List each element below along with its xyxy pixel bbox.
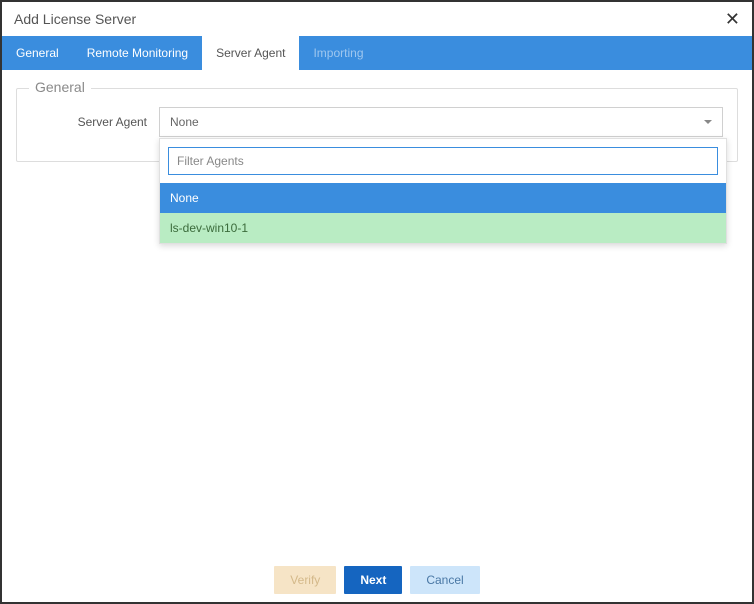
filter-agents-input[interactable] bbox=[168, 147, 718, 175]
tab-importing: Importing bbox=[299, 36, 377, 70]
dialog-header: Add License Server ✕ bbox=[2, 2, 752, 36]
dropdown-option-none[interactable]: None bbox=[160, 183, 726, 213]
dialog-title: Add License Server bbox=[14, 11, 136, 27]
dropdown-option-agent[interactable]: ls-dev-win10-1 bbox=[160, 213, 726, 243]
row-server-agent: Server Agent None bbox=[31, 107, 723, 137]
tab-bar: General Remote Monitoring Server Agent I… bbox=[2, 36, 752, 70]
verify-button: Verify bbox=[274, 566, 336, 594]
tab-remote-monitoring[interactable]: Remote Monitoring bbox=[73, 36, 202, 70]
fieldset-legend: General bbox=[29, 79, 91, 95]
dropdown-panel: None ls-dev-win10-1 bbox=[159, 138, 727, 244]
dropdown-filter-wrap bbox=[160, 139, 726, 183]
select-value: None bbox=[170, 115, 199, 129]
next-button[interactable]: Next bbox=[344, 566, 402, 594]
tab-general[interactable]: General bbox=[2, 36, 73, 70]
label-server-agent: Server Agent bbox=[31, 115, 159, 129]
cancel-button[interactable]: Cancel bbox=[410, 566, 479, 594]
dialog-footer: Verify Next Cancel bbox=[2, 558, 752, 602]
select-server-agent[interactable]: None bbox=[159, 107, 723, 137]
tab-server-agent[interactable]: Server Agent bbox=[202, 36, 299, 70]
close-icon[interactable]: ✕ bbox=[725, 10, 740, 28]
chevron-down-icon bbox=[704, 120, 712, 124]
